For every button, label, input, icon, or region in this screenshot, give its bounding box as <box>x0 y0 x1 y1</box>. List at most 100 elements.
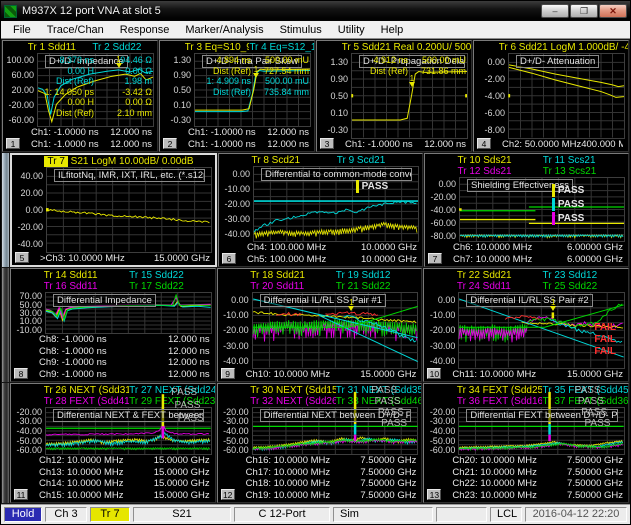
graph-panel-13[interactable]: Tr 34 FEXT (Sdd25)Tr 35 FEXT (Sdd45)Tr 3… <box>423 383 629 503</box>
window-number-badge: 11 <box>14 489 28 500</box>
graph-panel-1[interactable]: Tr 1 Sdd11Tr 2 Sdd22100.0060.0020.00-20.… <box>2 40 158 152</box>
channel-stop: 15.0000 GHz <box>154 455 210 467</box>
trace-label[interactable]: Tr 11 Scs21 <box>543 155 628 166</box>
trace-label[interactable]: Tr 5 Sdd21 Real 0.200U/ 500mU <box>342 42 471 53</box>
graph-panel-8[interactable]: Tr 14 Sdd11Tr 15 Sdd22Tr 16 Sdd11Tr 17 S… <box>10 268 216 382</box>
trace-label[interactable]: Tr 30 NEXT (Sdd15) <box>250 385 336 396</box>
plot-area[interactable]: Differential IL/RL SS Pair #11 <box>252 292 419 369</box>
title-bar[interactable]: M937X 12 port VNA at slot 5 – ❐ ✕ <box>1 1 630 21</box>
trace-label[interactable]: Tr 16 Sdd11 <box>44 281 130 292</box>
plot-area[interactable]: ILfitotNq, IMR, IXT, IRL, etc. (*.s12p) <box>46 167 212 253</box>
close-button[interactable]: ✕ <box>599 4 627 18</box>
trace-label[interactable]: Tr 19 Sdd12 <box>336 270 422 281</box>
graph-panel-12[interactable]: Tr 30 NEXT (Sdd15)Tr 31 NEXT (Sdd35)Tr 3… <box>217 383 423 503</box>
menu-help[interactable]: Help <box>373 22 412 38</box>
graph-panel-3[interactable]: Tr 5 Sdd21 Real 0.200U/ 500mU1.300.900.5… <box>316 40 472 152</box>
graph-panel-4[interactable]: Tr 6 Sdd21 LogM 1.000dB/ -4.00dB0.00-2.0… <box>473 40 629 152</box>
channel-start: Ch2: 50.0000 MHz <box>502 139 581 151</box>
plot-area[interactable]: D+/D- Intra Pair Skew4.894 ns500.00 mUDi… <box>194 53 311 127</box>
trace-label[interactable]: Tr 25 Sdd22 <box>542 281 628 292</box>
trace-label[interactable]: Tr 8 Scd21 <box>251 155 336 166</box>
panel-body: 100.0060.0020.00-20.00-60.00D+/D- Impeda… <box>3 53 157 127</box>
channel-start: Ch1: -1.0000 ns <box>188 139 256 151</box>
y-axis-label: -30.00 <box>430 416 456 426</box>
trace-label[interactable]: Tr 13 Scs21 <box>543 166 628 177</box>
channel-stimulus-line: Ch1: -1.0000 ns12.000 ns <box>31 127 152 139</box>
trace-label[interactable]: Tr 18 Sdd21 <box>250 270 336 281</box>
trace-label[interactable]: Tr 10 Sds21 <box>457 155 542 166</box>
marker-number: 1 <box>348 299 354 306</box>
plot-area[interactable]: Differential FEXT between D+/D- Pair oPA… <box>458 407 625 455</box>
menu-utility[interactable]: Utility <box>330 22 373 38</box>
trace-label[interactable]: Tr 3 Eq=S10_9-S10 <box>185 42 250 53</box>
menu-marker-analysis[interactable]: Marker/Analysis <box>177 22 271 38</box>
graph-panel-10[interactable]: Tr 22 Sdd21Tr 23 Sdd12Tr 24 Sdd11Tr 25 S… <box>423 268 629 382</box>
graph-panel-2[interactable]: Tr 3 Eq=S10_9-S10Tr 4 Eq=S12_11-S11.300.… <box>159 40 315 152</box>
trace-label[interactable]: Tr 14 Sdd11 <box>44 270 130 281</box>
minimize-button[interactable]: – <box>541 4 569 18</box>
channel-start: Ch8: -1.0000 ns <box>39 346 107 358</box>
graph-panel-5[interactable]: Tr 7 S21 LogM 10.00dB/ 0.00dB40.0020.000… <box>10 153 217 267</box>
trace-label[interactable]: Tr 12 Sds21 <box>457 166 542 177</box>
menu-file[interactable]: File <box>5 22 39 38</box>
trace-label[interactable]: Tr 20 Sdd11 <box>250 281 336 292</box>
channel-start: Ch23: 10.0000 MHz <box>452 490 537 502</box>
channel-stimulus-line: Ch1: -1.0000 ns12.000 ns <box>31 139 152 151</box>
y-axis: -20.00-30.00-40.00-50.00-60.00 <box>218 407 252 455</box>
channel-stop: 12.000 ns <box>267 127 309 139</box>
limit-fail-indicator: FAIL <box>594 335 616 345</box>
maximize-button[interactable]: ❐ <box>570 4 598 18</box>
channel-stimulus-line: Ch1: -1.0000 ns12.000 ns <box>188 127 309 139</box>
channel-start: Ch1: -1.0000 ns <box>31 127 99 139</box>
channel-stop: 7.50000 GHz <box>567 455 623 467</box>
graph-panel-7[interactable]: Tr 10 Sds21Tr 11 Scs21Tr 12 Sds21Tr 13 S… <box>424 153 629 267</box>
limit-marker-bar <box>356 180 359 193</box>
plot-area[interactable]: Differential to common-mode conversionPA… <box>253 166 419 242</box>
trace-label[interactable]: Tr 24 Sdd11 <box>457 281 543 292</box>
plot-area[interactable]: D+/D- Impedance8.373 ns94.46 Ω0.00 H0.00… <box>37 53 154 127</box>
plot-area[interactable]: Differential IL/RL SS Pair #2FAILFAILFAI… <box>458 292 625 369</box>
menu-stimulus[interactable]: Stimulus <box>272 22 330 38</box>
trace-label[interactable]: Tr 17 Sdd22 <box>129 281 215 292</box>
trace-label[interactable]: Tr 26 NEXT (Sdd31) <box>44 385 130 396</box>
panel-footer: Ch8: -1.0000 ns12.000 nsCh8: -1.0000 ns1… <box>11 334 215 381</box>
plot-area[interactable]: Differential NEXT between D+/D- Pair oPA… <box>252 407 419 455</box>
trace-label[interactable]: Tr 22 Sdd21 <box>457 270 543 281</box>
marker-readout-label: 1: 4.909 ns <box>185 76 251 87</box>
trace-label[interactable]: Tr 21 Sdd22 <box>336 281 422 292</box>
trace-label[interactable]: Tr 15 Sdd22 <box>129 270 215 281</box>
marker-readout-label: 8.373 ns <box>28 55 94 66</box>
plot-area[interactable]: Shielding EffectivenessPASSPASSPASS <box>459 177 625 242</box>
trace-label[interactable]: Tr 1 Sdd11 <box>28 42 93 53</box>
channel-stimulus-line: Ch1: -1.0000 ns12.000 ns <box>345 139 466 151</box>
trace-label[interactable]: Tr 7 S21 LogM 10.00dB/ 0.00dB <box>44 156 215 167</box>
channel-stop: 12.000 ns <box>168 334 210 346</box>
graph-panel-9[interactable]: Tr 18 Sdd21Tr 19 Sdd12Tr 20 Sdd11Tr 21 S… <box>217 268 423 382</box>
trace-label[interactable]: Tr 4 Eq=S12_11-S1 <box>249 42 314 53</box>
trace-label[interactable]: Tr 28 FEXT (Sdd41) <box>44 396 130 407</box>
graph-panel-6[interactable]: Tr 8 Scd21Tr 9 Scd210.00-10.00-20.00-30.… <box>218 153 423 267</box>
channel-stop: 6.00000 GHz <box>567 242 623 254</box>
trace-label[interactable]: Tr 36 FEXT (Sdd16) <box>457 396 543 407</box>
menu-trace-chan[interactable]: Trace/Chan <box>39 22 112 38</box>
plot-area[interactable]: D+/D- Propagation Delay4.912 ns500.00 mU… <box>351 53 468 139</box>
channel-stop: 15.0000 GHz <box>154 253 210 265</box>
trace-label[interactable]: Tr 2 Sdd22 <box>92 42 157 53</box>
plot-area[interactable]: Differential NEXT & FEXT between SS Pair… <box>45 407 212 455</box>
graph-panel-11[interactable]: Tr 26 NEXT (Sdd31)Tr 27 NEXT (Sdd24)Tr 2… <box>10 383 216 503</box>
trace-label[interactable]: Tr 34 FEXT (Sdd25) <box>457 385 543 396</box>
trace-label[interactable]: Tr 23 Sdd12 <box>542 270 628 281</box>
panel-header: Tr 3 Eq=S10_9-S10Tr 4 Eq=S12_11-S1 <box>160 41 314 53</box>
plot-area[interactable]: Differential Impedance <box>45 292 212 334</box>
window-number-badge: 2 <box>163 138 177 149</box>
limit-pass-text: PASS <box>581 408 607 418</box>
channel-stimulus-line: Ch9: -1.0000 ns12.000 ns <box>39 357 210 369</box>
window-controls: – ❐ ✕ <box>541 4 627 18</box>
plot-area[interactable]: D+/D- Attenuation <box>508 53 625 139</box>
trace-label[interactable]: Tr 32 NEXT (Sdd26) <box>250 396 336 407</box>
trace-label[interactable]: Tr 6 Sdd21 LogM 1.000dB/ -4.00dB <box>499 42 628 53</box>
limit-pass-indicator: PASS <box>381 419 407 429</box>
menu-response[interactable]: Response <box>112 22 178 38</box>
marker-readout-row: 4.912 ns500.00 mU <box>342 55 466 66</box>
trace-label[interactable]: Tr 9 Scd21 <box>337 155 422 166</box>
